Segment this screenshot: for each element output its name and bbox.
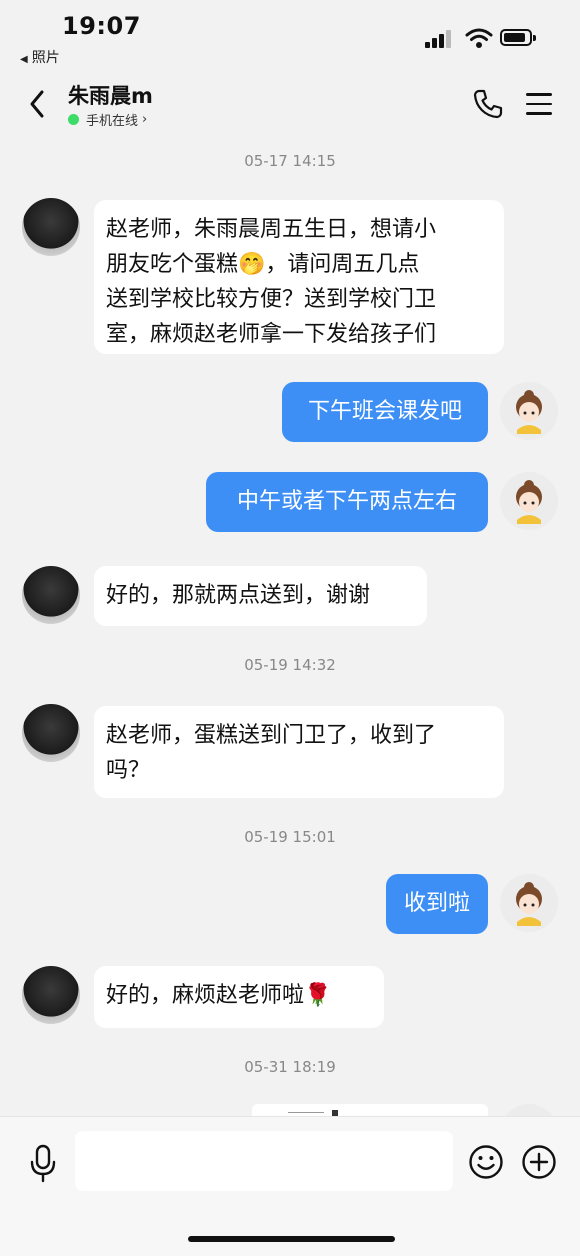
peer-avatar[interactable] (22, 566, 80, 624)
peer-avatar[interactable] (22, 704, 80, 762)
message-line: 吗？ (106, 758, 151, 783)
self-message[interactable]: 中午或者下午两点左右 (206, 472, 488, 532)
microphone-icon[interactable] (28, 1143, 58, 1183)
back-triangle-icon: ◀ (20, 54, 28, 65)
peer-avatar[interactable] (22, 198, 80, 256)
peer-message[interactable]: 好的，那就两点送到，谢谢 (94, 566, 427, 626)
peer-message[interactable]: 赵老师，蛋糕送到门卫了，收到了 吗？ (94, 706, 504, 798)
plus-icon[interactable] (521, 1144, 557, 1180)
back-button[interactable] (24, 86, 52, 122)
timestamp: 05-31 18:19 (244, 1058, 336, 1076)
message-line: 室，麻烦赵老师拿一下发给孩子们 (106, 322, 437, 347)
online-dot-icon (68, 114, 79, 125)
message-line: 好的，麻烦赵老师啦🌹 (106, 983, 332, 1008)
message-input[interactable] (75, 1131, 453, 1191)
self-message[interactable]: 下午班会课发吧 (282, 382, 488, 442)
wifi-icon (465, 28, 493, 48)
emoji-icon[interactable] (468, 1144, 504, 1180)
message-line: 好的，那就两点送到，谢谢 (106, 583, 371, 608)
girl-cartoon-avatar-icon (500, 382, 558, 440)
battery-icon (500, 29, 536, 46)
self-avatar[interactable] (500, 382, 558, 440)
chat-header: 朱雨晨m 手机在线 › (0, 70, 580, 136)
self-avatar[interactable] (500, 1104, 558, 1116)
input-bar (0, 1116, 580, 1256)
menu-icon[interactable] (524, 90, 554, 118)
self-avatar[interactable] (500, 472, 558, 530)
self-message[interactable]: 收到啦 (386, 874, 488, 934)
timestamp: 05-17 14:15 (244, 152, 336, 170)
back-app-label: 照片 (31, 50, 60, 66)
message-line: 朋友吃个蛋糕🤭，请问周五几点 (106, 252, 420, 277)
contact-name[interactable]: 朱雨晨m (68, 80, 153, 110)
message-line: 赵老师，朱雨晨周五生日，想请小 (106, 217, 437, 242)
message-line: 送到学校比较方便？送到学校门卫 (106, 287, 437, 312)
chevron-left-icon (30, 90, 44, 118)
message-list[interactable]: 05-17 14:15 赵老师，朱雨晨周五生日，想请小 朋友吃个蛋糕🤭，请问周五… (0, 136, 580, 1116)
girl-cartoon-avatar-icon (500, 472, 558, 530)
home-indicator[interactable] (188, 1236, 395, 1242)
status-bar: 19:07 ◀ 照片 (0, 0, 580, 70)
timestamp: 05-19 15:01 (244, 828, 336, 846)
presence-label: 手机在线 (86, 114, 139, 129)
back-to-app-link[interactable]: ◀ 照片 (20, 47, 60, 67)
image-message-preview[interactable] (252, 1104, 488, 1116)
peer-avatar[interactable] (22, 966, 80, 1024)
message-line: 赵老师，蛋糕送到门卫了，收到了 (106, 723, 437, 748)
chevron-right-icon: › (142, 112, 148, 127)
girl-cartoon-avatar-icon (500, 874, 558, 932)
phone-icon[interactable] (472, 88, 504, 120)
peer-message[interactable]: 好的，麻烦赵老师啦🌹 (94, 966, 384, 1028)
timestamp: 05-19 14:32 (244, 656, 336, 674)
status-time: 19:07 (62, 12, 141, 40)
self-avatar[interactable] (500, 874, 558, 932)
peer-message[interactable]: 赵老师，朱雨晨周五生日，想请小 朋友吃个蛋糕🤭，请问周五几点 送到学校比较方便？… (94, 200, 504, 354)
presence-status[interactable]: 手机在线 › (68, 110, 147, 129)
cellular-signal-icon (425, 30, 453, 48)
